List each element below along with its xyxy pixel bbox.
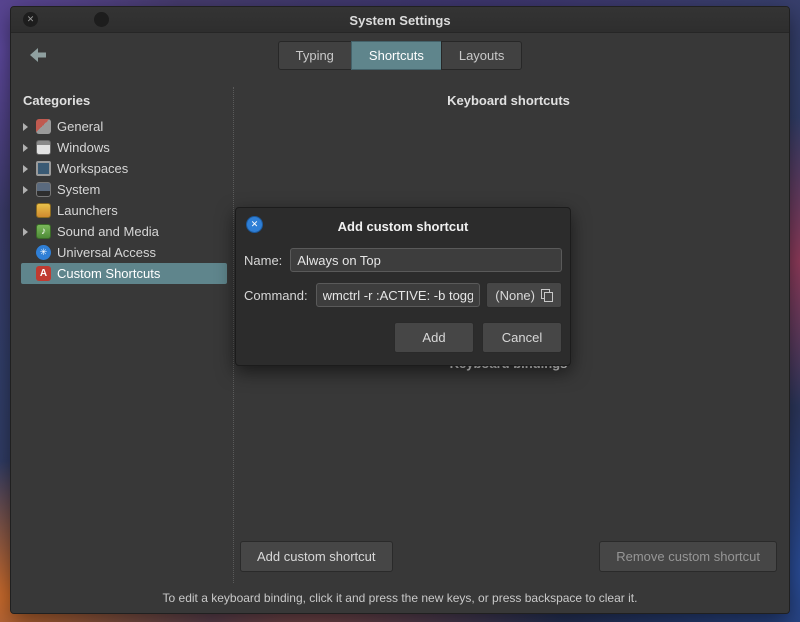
tab-group: Typing Shortcuts Layouts (277, 40, 523, 70)
expander-icon[interactable] (23, 123, 36, 131)
expander-icon[interactable] (23, 186, 36, 194)
command-browse-button[interactable]: (None) (486, 282, 562, 308)
close-icon: ✕ (26, 14, 35, 24)
universal-access-icon: ✳ (36, 245, 51, 260)
desktop-background: ✕ System Settings Typing Shortcuts Layou… (0, 0, 800, 622)
system-settings-window: ✕ System Settings Typing Shortcuts Layou… (10, 6, 790, 614)
tab-shortcuts[interactable]: Shortcuts (350, 40, 442, 70)
system-icon (36, 182, 51, 197)
keyboard-bindings-list[interactable] (238, 375, 779, 539)
status-text: To edit a keyboard binding, click it and… (162, 591, 638, 605)
name-input[interactable] (290, 248, 562, 272)
sidebar-item-workspaces[interactable]: Workspaces (21, 158, 227, 179)
expander-icon[interactable] (23, 228, 36, 236)
panel-buttons-row: Add custom shortcut Remove custom shortc… (238, 539, 779, 583)
toolbar: Typing Shortcuts Layouts (11, 33, 789, 77)
sidebar-item-windows[interactable]: Windows (21, 137, 227, 158)
custom-shortcuts-icon: A (36, 266, 51, 281)
shortcuts-panel: Keyboard shortcuts Keyboard bindings Add… (233, 87, 783, 583)
sidebar-item-label: System (57, 182, 101, 197)
close-icon: ✕ (250, 219, 259, 229)
sidebar-item-label: Windows (57, 140, 110, 155)
command-input[interactable] (315, 283, 481, 307)
command-label: Command: (244, 287, 308, 303)
window-close-button[interactable]: ✕ (23, 12, 38, 27)
windows-icon (36, 140, 51, 155)
statusbar: To edit a keyboard binding, click it and… (11, 583, 789, 613)
sidebar-item-label: Workspaces (57, 161, 129, 176)
add-custom-shortcut-button[interactable]: Add custom shortcut (240, 540, 393, 572)
sidebar-item-label: General (57, 119, 104, 134)
tab-layouts[interactable]: Layouts (440, 40, 523, 70)
launchers-icon (36, 203, 51, 218)
categories-header: Categories (23, 93, 91, 108)
sound-icon: ♪ (36, 224, 51, 239)
titlebar[interactable]: ✕ System Settings (11, 7, 789, 33)
content-area: Categories General Windows Workspaces Sy… (11, 77, 789, 583)
back-button[interactable] (25, 44, 51, 66)
tab-typing[interactable]: Typing (277, 40, 352, 70)
sidebar-item-universal-access[interactable]: ✳ Universal Access (21, 242, 227, 263)
window-title: System Settings (349, 12, 451, 28)
name-row: Name: (244, 248, 562, 272)
dialog-close-button[interactable]: ✕ (246, 216, 263, 233)
expander-icon[interactable] (23, 165, 36, 173)
sidebar-item-label: Launchers (57, 203, 118, 218)
expander-icon[interactable] (23, 144, 36, 152)
none-button-label: (None) (495, 287, 535, 303)
sidebar-item-custom-shortcuts[interactable]: A Custom Shortcuts (21, 263, 227, 284)
sidebar-item-label: Universal Access (57, 245, 156, 260)
workspaces-icon (36, 161, 51, 176)
sidebar-item-label: Custom Shortcuts (57, 266, 161, 281)
copy-icon (541, 288, 553, 302)
sidebar-item-sound-and-media[interactable]: ♪ Sound and Media (21, 221, 227, 242)
sidebar-item-general[interactable]: General (21, 116, 227, 137)
remove-custom-shortcut-button[interactable]: Remove custom shortcut (599, 540, 777, 572)
categories-sidebar: Categories General Windows Workspaces Sy… (13, 87, 229, 583)
sidebar-item-label: Sound and Media (57, 224, 159, 239)
sidebar-item-system[interactable]: System (21, 179, 227, 200)
keyboard-shortcuts-header: Keyboard shortcuts (447, 93, 570, 108)
add-custom-shortcut-dialog: ✕ Add custom shortcut Name: Command: (No… (235, 207, 571, 366)
dialog-buttons-row: Add Cancel (244, 322, 562, 353)
dialog-header: ✕ Add custom shortcut (244, 214, 562, 238)
dialog-add-button[interactable]: Add (394, 322, 474, 353)
command-row: Command: (None) (244, 282, 562, 308)
sidebar-item-launchers[interactable]: Launchers (21, 200, 227, 221)
general-icon (36, 119, 51, 134)
window-minimize-button[interactable] (94, 12, 109, 27)
dialog-title: Add custom shortcut (337, 218, 469, 234)
name-label: Name: (244, 252, 283, 268)
dialog-cancel-button[interactable]: Cancel (482, 322, 562, 353)
back-arrow-icon (30, 48, 46, 62)
